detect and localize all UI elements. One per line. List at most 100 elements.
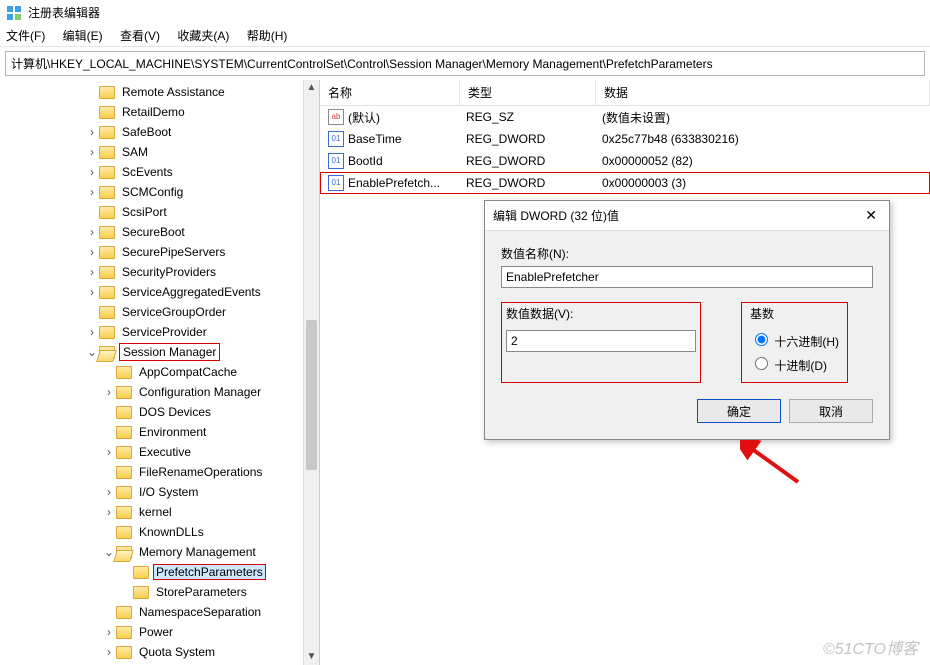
tree-node[interactable]: FileRenameOperations [0, 462, 319, 482]
tree-node[interactable]: ⌄Session Manager [0, 342, 319, 362]
folder-icon [116, 626, 132, 639]
expand-icon[interactable] [102, 605, 116, 619]
menu-view[interactable]: 查看(V) [120, 29, 160, 43]
expand-icon[interactable]: › [85, 245, 99, 259]
tree-node[interactable]: ›SecureBoot [0, 222, 319, 242]
radio-dec[interactable]: 十进制(D) [750, 354, 839, 374]
tree-node[interactable]: ⌄Memory Management [0, 542, 319, 562]
scroll-down-icon[interactable]: ▼ [304, 649, 319, 665]
value-row[interactable]: 01EnablePrefetch...REG_DWORD0x00000003 (… [320, 172, 930, 194]
col-data[interactable]: 数据 [596, 80, 930, 105]
tree-node[interactable]: ›Power [0, 622, 319, 642]
tree-node[interactable]: NamespaceSeparation [0, 602, 319, 622]
expand-icon[interactable] [85, 205, 99, 219]
close-icon[interactable]: ✕ [861, 207, 881, 224]
expand-icon[interactable] [102, 425, 116, 439]
col-type[interactable]: 类型 [460, 80, 596, 105]
titlebar: 注册表编辑器 [0, 0, 930, 25]
tree-node[interactable]: ›Configuration Manager [0, 382, 319, 402]
folder-icon [99, 346, 115, 359]
expand-icon[interactable]: › [102, 645, 116, 659]
tree-node[interactable]: StoreParameters [0, 582, 319, 602]
menu-edit[interactable]: 编辑(E) [63, 29, 103, 43]
tree-node[interactable]: ›I/O System [0, 482, 319, 502]
tree-node[interactable]: ›ServiceProvider [0, 322, 319, 342]
radio-hex[interactable]: 十六进制(H) [750, 330, 839, 350]
tree-label: SecurePipeServers [119, 244, 228, 260]
expand-icon[interactable]: › [85, 265, 99, 279]
expand-icon[interactable] [119, 565, 133, 579]
cell-data: 0x25c77b48 (633830216) [602, 132, 739, 146]
tree-node[interactable]: ›SCMConfig [0, 182, 319, 202]
value-data-field[interactable] [506, 330, 696, 352]
menu-file[interactable]: 文件(F) [6, 29, 45, 43]
tree-node[interactable]: ›Quota System [0, 642, 319, 662]
value-row[interactable]: 01BaseTimeREG_DWORD0x25c77b48 (633830216… [320, 128, 930, 150]
tree-node[interactable]: ›Executive [0, 442, 319, 462]
expand-icon[interactable]: › [102, 385, 116, 399]
scroll-thumb[interactable] [306, 320, 317, 470]
tree-node[interactable]: PrefetchParameters [0, 562, 319, 582]
value-name-label: 数值名称(N): [501, 245, 873, 262]
value-name-field[interactable] [501, 266, 873, 288]
tree-node[interactable]: ScsiPort [0, 202, 319, 222]
expand-icon[interactable] [102, 405, 116, 419]
value-row[interactable]: ab(默认)REG_SZ(数值未设置) [320, 106, 930, 128]
address-bar[interactable]: 计算机\HKEY_LOCAL_MACHINE\SYSTEM\CurrentCon… [5, 51, 925, 76]
expand-icon[interactable] [85, 105, 99, 119]
expand-icon[interactable] [119, 585, 133, 599]
cancel-button[interactable]: 取消 [789, 399, 873, 423]
expand-icon[interactable]: › [85, 325, 99, 339]
tree-node[interactable]: KnownDLLs [0, 522, 319, 542]
menu-favorites[interactable]: 收藏夹(A) [177, 29, 229, 43]
tree-node[interactable]: Remote Assistance [0, 82, 319, 102]
expand-icon[interactable] [102, 525, 116, 539]
expand-icon[interactable]: › [85, 185, 99, 199]
expand-icon[interactable] [85, 305, 99, 319]
tree-node[interactable]: ›SAM [0, 142, 319, 162]
expand-icon[interactable]: › [85, 225, 99, 239]
tree-node[interactable]: ›ScEvents [0, 162, 319, 182]
menubar: 文件(F) 编辑(E) 查看(V) 收藏夹(A) 帮助(H) [0, 25, 930, 47]
tree-node[interactable]: ›SafeBoot [0, 122, 319, 142]
tree-node[interactable]: DOS Devices [0, 402, 319, 422]
tree-node[interactable]: Environment [0, 422, 319, 442]
menu-help[interactable]: 帮助(H) [247, 29, 288, 43]
tree-label: PrefetchParameters [153, 564, 266, 580]
tree-node[interactable]: ›ServiceAggregatedEvents [0, 282, 319, 302]
cell-type: REG_DWORD [466, 176, 602, 190]
tree-node[interactable]: › SecurePipeServers [0, 242, 319, 262]
tree-node[interactable]: RetailDemo [0, 102, 319, 122]
expand-icon[interactable] [85, 85, 99, 99]
expand-icon[interactable] [102, 365, 116, 379]
tree-label: Memory Management [136, 544, 259, 560]
tree-node[interactable]: ServiceGroupOrder [0, 302, 319, 322]
watermark: ©51CTO博客 [823, 635, 918, 659]
expand-icon[interactable]: › [85, 165, 99, 179]
tree-scrollbar[interactable]: ▲ ▼ [303, 80, 319, 665]
ok-button[interactable]: 确定 [697, 399, 781, 423]
value-row[interactable]: 01BootIdREG_DWORD0x00000052 (82) [320, 150, 930, 172]
tree-node[interactable]: ›SecurityProviders [0, 262, 319, 282]
expand-icon[interactable]: › [102, 505, 116, 519]
folder-icon [99, 186, 115, 199]
scroll-up-icon[interactable]: ▲ [304, 80, 319, 96]
expand-icon[interactable]: › [102, 485, 116, 499]
expand-icon[interactable] [102, 465, 116, 479]
folder-icon [116, 646, 132, 659]
expand-icon[interactable]: › [102, 625, 116, 639]
expand-icon[interactable]: › [85, 125, 99, 139]
folder-icon [99, 126, 115, 139]
tree-label: DOS Devices [136, 404, 214, 420]
edit-dword-dialog: 编辑 DWORD (32 位)值 ✕ 数值名称(N): 数值数据(V): 基数 … [484, 200, 890, 440]
expand-icon[interactable]: › [85, 285, 99, 299]
tree-node[interactable]: ›kernel [0, 502, 319, 522]
expand-icon[interactable]: › [102, 445, 116, 459]
expand-icon[interactable]: › [85, 145, 99, 159]
folder-icon [99, 226, 115, 239]
tree-node[interactable]: AppCompatCache [0, 362, 319, 382]
window-title: 注册表编辑器 [28, 4, 100, 21]
tree-label: NamespaceSeparation [136, 604, 264, 620]
tree-label: Environment [136, 424, 209, 440]
col-name[interactable]: 名称 [320, 80, 460, 105]
